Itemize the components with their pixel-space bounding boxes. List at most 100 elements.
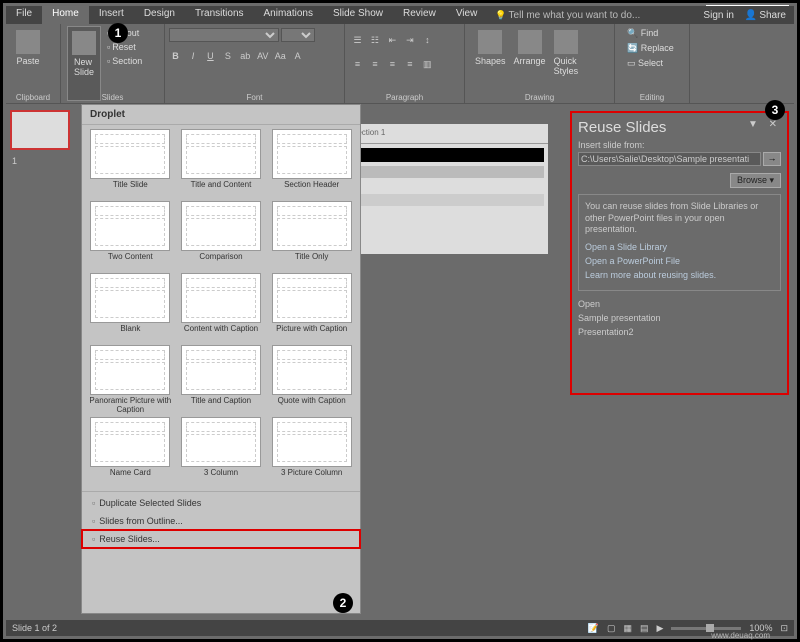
layout-title-slide[interactable]: Title Slide [86,129,175,199]
paragraph-label: Paragraph [345,93,464,102]
layout-grid: Title SlideTitle and ContentSection Head… [82,125,360,491]
underline-button[interactable]: U [204,51,217,61]
layout-title-and-content[interactable]: Title and Content [177,129,266,199]
align-center-button[interactable]: ≡ [368,59,381,69]
shapes-button[interactable]: Shapes [471,26,510,101]
browse-button[interactable]: Browse ▾ [730,173,781,188]
clipboard-label: Clipboard [6,93,60,102]
justify-button[interactable]: ≡ [403,59,416,69]
view-slideshow-button[interactable]: ▶ [657,623,664,634]
reuse-go-button[interactable]: → [763,152,781,166]
zoom-slider[interactable] [671,627,741,630]
replace-button[interactable]: 🔄 Replace [621,41,683,56]
slide-canvas[interactable]: Section 1 [348,124,548,254]
view-reading-button[interactable]: ▤ [640,623,649,634]
reuse-slides-pane: Reuse Slides Insert slide from: → Browse… [572,113,787,393]
reuse-close-button[interactable] [748,119,781,130]
select-button[interactable]: ▭ Select [621,56,683,71]
tab-design[interactable]: Design [134,6,185,24]
duplicate-slides-item[interactable]: Duplicate Selected Slides [82,494,360,512]
tab-insert[interactable]: Insert [89,6,134,24]
group-editing: 🔍 Find 🔄 Replace ▭ Select Editing [615,24,690,103]
layout-section-header[interactable]: Section Header [267,129,356,199]
bullets-button[interactable]: ☰ [351,35,364,46]
layout-label: Panoramic Picture with Caption [86,397,175,415]
open-ppt-file-link[interactable]: Open a PowerPoint File [585,256,774,266]
tab-slideshow[interactable]: Slide Show [323,6,393,24]
numbering-button[interactable]: ☷ [368,35,381,46]
view-normal-button[interactable]: ▢ [607,623,616,634]
layout-quote-with-caption[interactable]: Quote with Caption [267,345,356,415]
layout-panoramic-picture-with-caption[interactable]: Panoramic Picture with Caption [86,345,175,415]
layout-thumb [272,129,352,179]
layout-blank[interactable]: Blank [86,273,175,343]
layout-title-and-caption[interactable]: Title and Caption [177,345,266,415]
reuse-item-sample[interactable]: Sample presentation [578,311,781,325]
tab-view[interactable]: View [446,6,488,24]
linespace-button[interactable]: ↕ [421,35,434,45]
fontcolor-button[interactable]: A [291,51,304,61]
share-button[interactable]: Share [745,10,786,21]
fit-button[interactable]: ⊡ [780,623,788,634]
layout-two-content[interactable]: Two Content [86,201,175,271]
shadow-button[interactable]: ab [239,51,252,61]
find-button[interactable]: 🔍 Find [621,26,683,41]
font-format-buttons: B I U S ab AV Aa A [169,46,340,64]
reset-button[interactable]: Reset [103,40,146,54]
bold-button[interactable]: B [169,51,182,61]
quickstyles-button[interactable]: Quick Styles [550,26,583,101]
font-family-select[interactable] [169,28,279,42]
columns-button[interactable]: ▥ [421,59,434,70]
tab-transitions[interactable]: Transitions [185,6,254,24]
layout-thumb [272,417,352,467]
reuse-path-input[interactable] [578,152,761,166]
reuse-slides-item[interactable]: Reuse Slides... [82,530,360,548]
tab-home[interactable]: Home [42,6,89,24]
layout-label: Name Card [86,469,175,487]
paste-button[interactable]: Paste [12,26,44,70]
slides-from-outline-item[interactable]: Slides from Outline... [82,512,360,530]
callout-3: 3 [765,100,785,120]
case-button[interactable]: Aa [274,51,287,61]
layout-thumb [181,273,261,323]
layout-comparison[interactable]: Comparison [177,201,266,271]
layout-name-card[interactable]: Name Card [86,417,175,487]
drawing-label: Drawing [465,93,614,102]
font-size-select[interactable] [281,28,315,42]
align-right-button[interactable]: ≡ [386,59,399,69]
layout-3-picture-column[interactable]: 3 Picture Column [267,417,356,487]
arrange-icon [518,30,542,54]
reuse-item-pres2[interactable]: Presentation2 [578,325,781,339]
italic-button[interactable]: I [186,51,199,61]
slide-thumbnail-1[interactable] [10,110,74,150]
indent-dec-button[interactable]: ⇤ [386,35,399,46]
view-sorter-button[interactable]: ▦ [623,623,632,634]
tell-me-search[interactable]: Tell me what you want to do... [495,10,640,21]
notes-button[interactable]: 📝 [588,623,599,634]
layout-label: Section Header [267,181,356,199]
strike-button[interactable]: S [221,51,234,61]
learn-more-link[interactable]: Learn more about reusing slides. [585,270,774,280]
new-slide-button[interactable]: New Slide [67,26,101,101]
ribbon-tabs: File Home Insert Design Transitions Anim… [6,6,487,24]
tab-review[interactable]: Review [393,6,446,24]
arrange-button[interactable]: Arrange [510,26,550,101]
layout-thumb [90,129,170,179]
reuse-item-open[interactable]: Open [578,297,781,311]
tab-file[interactable]: File [6,6,42,24]
layout-content-with-caption[interactable]: Content with Caption [177,273,266,343]
section-button[interactable]: Section [103,54,146,68]
align-left-button[interactable]: ≡ [351,59,364,69]
signin-link[interactable]: Sign in [703,10,734,21]
layout-picture-with-caption[interactable]: Picture with Caption [267,273,356,343]
gallery-footer: Duplicate Selected Slides Slides from Ou… [82,491,360,550]
indent-inc-button[interactable]: ⇥ [403,35,416,46]
slides-label: Slides [61,93,164,102]
open-slide-library-link[interactable]: Open a Slide Library [585,242,774,252]
tab-animations[interactable]: Animations [254,6,323,24]
layout-3-column[interactable]: 3 Column [177,417,266,487]
spacing-button[interactable]: AV [256,51,269,61]
layout-label: 3 Column [177,469,266,487]
layout-title-only[interactable]: Title Only [267,201,356,271]
layout-thumb [272,273,352,323]
